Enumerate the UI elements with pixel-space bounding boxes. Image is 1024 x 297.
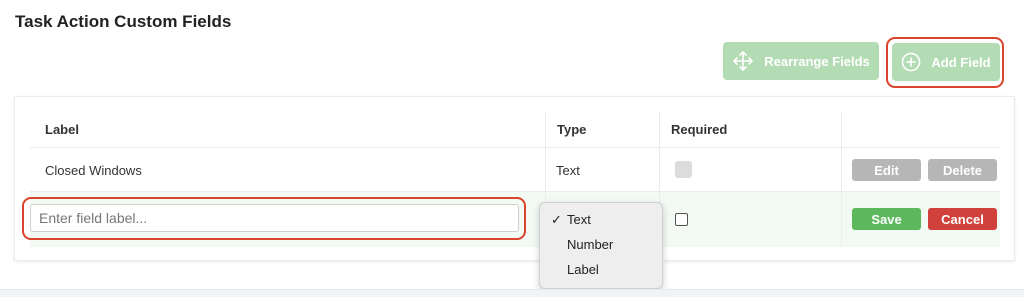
page-title: Task Action Custom Fields bbox=[15, 12, 232, 31]
dropdown-option-number[interactable]: Number bbox=[567, 237, 613, 252]
save-button[interactable]: Save bbox=[852, 208, 921, 230]
column-divider bbox=[841, 192, 842, 247]
cancel-button[interactable]: Cancel bbox=[928, 208, 997, 230]
required-checkbox-disabled bbox=[675, 161, 692, 178]
column-divider bbox=[659, 148, 660, 191]
column-divider bbox=[659, 111, 660, 147]
column-divider bbox=[545, 148, 546, 191]
add-field-label: Add Field bbox=[931, 54, 991, 70]
column-divider bbox=[545, 111, 546, 147]
plus-circle-icon bbox=[901, 52, 921, 72]
field-label-input[interactable] bbox=[30, 204, 519, 232]
rearrange-fields-button[interactable]: Rearrange Fields bbox=[723, 42, 879, 80]
edit-button[interactable]: Edit bbox=[852, 159, 921, 181]
table-header-row: Label Type Required bbox=[30, 111, 1000, 148]
column-divider bbox=[841, 148, 842, 191]
label-column-header: Label bbox=[45, 122, 79, 137]
selected-check-icon: ✓ bbox=[551, 212, 562, 227]
required-checkbox[interactable] bbox=[675, 213, 688, 226]
dropdown-option-text[interactable]: Text bbox=[567, 212, 591, 227]
add-field-button[interactable]: Add Field bbox=[892, 43, 1000, 81]
required-column-header: Required bbox=[671, 122, 728, 137]
type-column-header: Type bbox=[557, 122, 587, 137]
page-bottom-border bbox=[0, 289, 1024, 297]
field-type-cell: Text bbox=[556, 163, 580, 178]
column-divider bbox=[841, 111, 842, 147]
table-row: Closed Windows Text Edit Delete bbox=[30, 148, 1000, 192]
move-arrows-icon bbox=[732, 50, 754, 72]
field-type-dropdown-menu[interactable]: ✓ Text Number Label bbox=[539, 202, 663, 289]
delete-button[interactable]: Delete bbox=[928, 159, 997, 181]
field-label-cell: Closed Windows bbox=[45, 163, 142, 178]
dropdown-option-label[interactable]: Label bbox=[567, 262, 599, 277]
rearrange-fields-label: Rearrange Fields bbox=[764, 53, 870, 69]
